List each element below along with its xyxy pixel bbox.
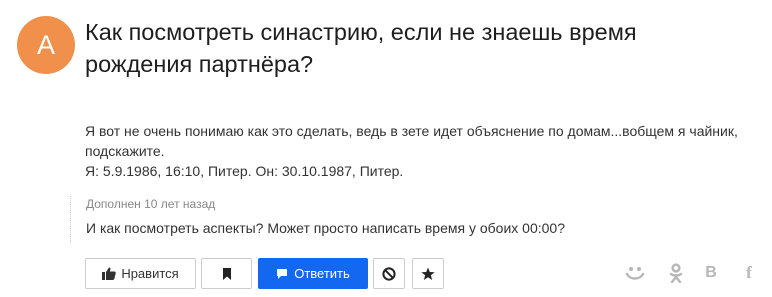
odnoklassniki-icon[interactable] xyxy=(665,262,687,284)
question-body-line: Я вот не очень понимаю как это сделать, … xyxy=(85,123,738,159)
mail-ru-icon[interactable] xyxy=(624,262,646,284)
question-body-line: Я: 5.9.1986, 16:10, Питер. Он: 30.10.198… xyxy=(85,163,404,179)
answer-label: Ответить xyxy=(294,266,350,281)
vk-icon[interactable]: В xyxy=(700,262,722,284)
question-title: Как посмотреть синастрию, если не знаешь… xyxy=(85,19,637,77)
like-label: Нравится xyxy=(121,266,179,281)
comment-icon xyxy=(276,268,288,280)
facebook-letter: f xyxy=(746,263,752,282)
like-button[interactable]: Нравится xyxy=(85,258,196,289)
vk-letter: В xyxy=(705,264,717,281)
answer-button[interactable]: Ответить xyxy=(258,258,368,289)
avatar[interactable]: А xyxy=(17,16,75,74)
addendum-text: И как посмотреть аспекты? Может просто н… xyxy=(86,220,565,236)
addendum-meta: Дополнен 10 лет назад xyxy=(86,197,216,211)
block-button[interactable] xyxy=(373,258,405,289)
bookmark-icon xyxy=(222,267,232,280)
block-icon xyxy=(382,266,396,281)
question-body: Я вот не очень понимаю как это сделать, … xyxy=(85,121,745,181)
question-page: А Как посмотреть синастрию, если не знае… xyxy=(0,0,772,297)
question-addendum: Дополнен 10 лет назад И как посмотреть а… xyxy=(70,196,746,243)
thumbs-up-icon xyxy=(102,267,117,280)
star-button[interactable] xyxy=(412,258,444,289)
facebook-icon[interactable]: f xyxy=(738,262,760,284)
star-icon xyxy=(421,267,435,281)
bookmark-button[interactable] xyxy=(201,258,252,289)
